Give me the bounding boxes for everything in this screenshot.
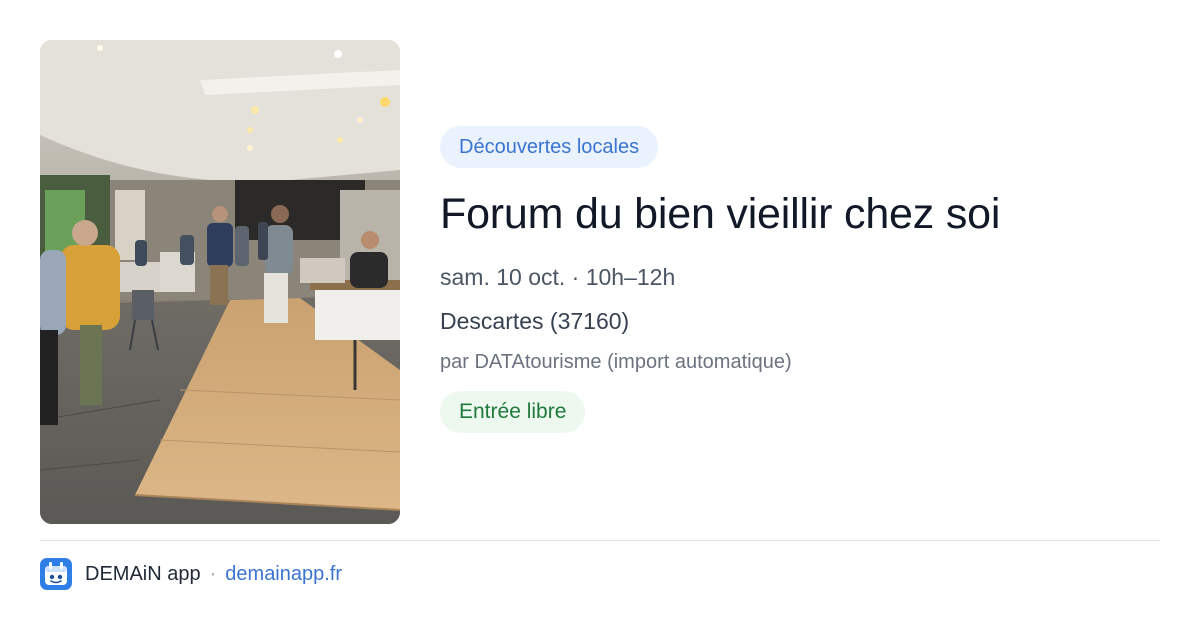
event-organizer: par DATAtourisme (import automatique): [440, 351, 792, 373]
app-site-link[interactable]: demainapp.fr: [225, 563, 342, 586]
app-name: DEMAiN app: [85, 562, 201, 585]
demain-app-logo-icon: [40, 558, 72, 590]
footer: DEMAiN app · demainapp.fr: [40, 558, 342, 590]
event-title: Forum du bien vieillir chez soi: [440, 190, 1001, 238]
footer-divider: [40, 540, 1160, 541]
footer-separator: ·: [209, 562, 217, 585]
event-datetime: sam. 10 oct. · 10h–12h: [440, 264, 676, 290]
category-badge[interactable]: Découvertes locales: [440, 126, 659, 168]
price-badge: Entrée libre: [440, 391, 586, 433]
event-photo: [40, 40, 400, 524]
event-location: Descartes (37160): [440, 308, 630, 334]
event-info: Découvertes locales Forum du bien vieill…: [440, 126, 1160, 433]
